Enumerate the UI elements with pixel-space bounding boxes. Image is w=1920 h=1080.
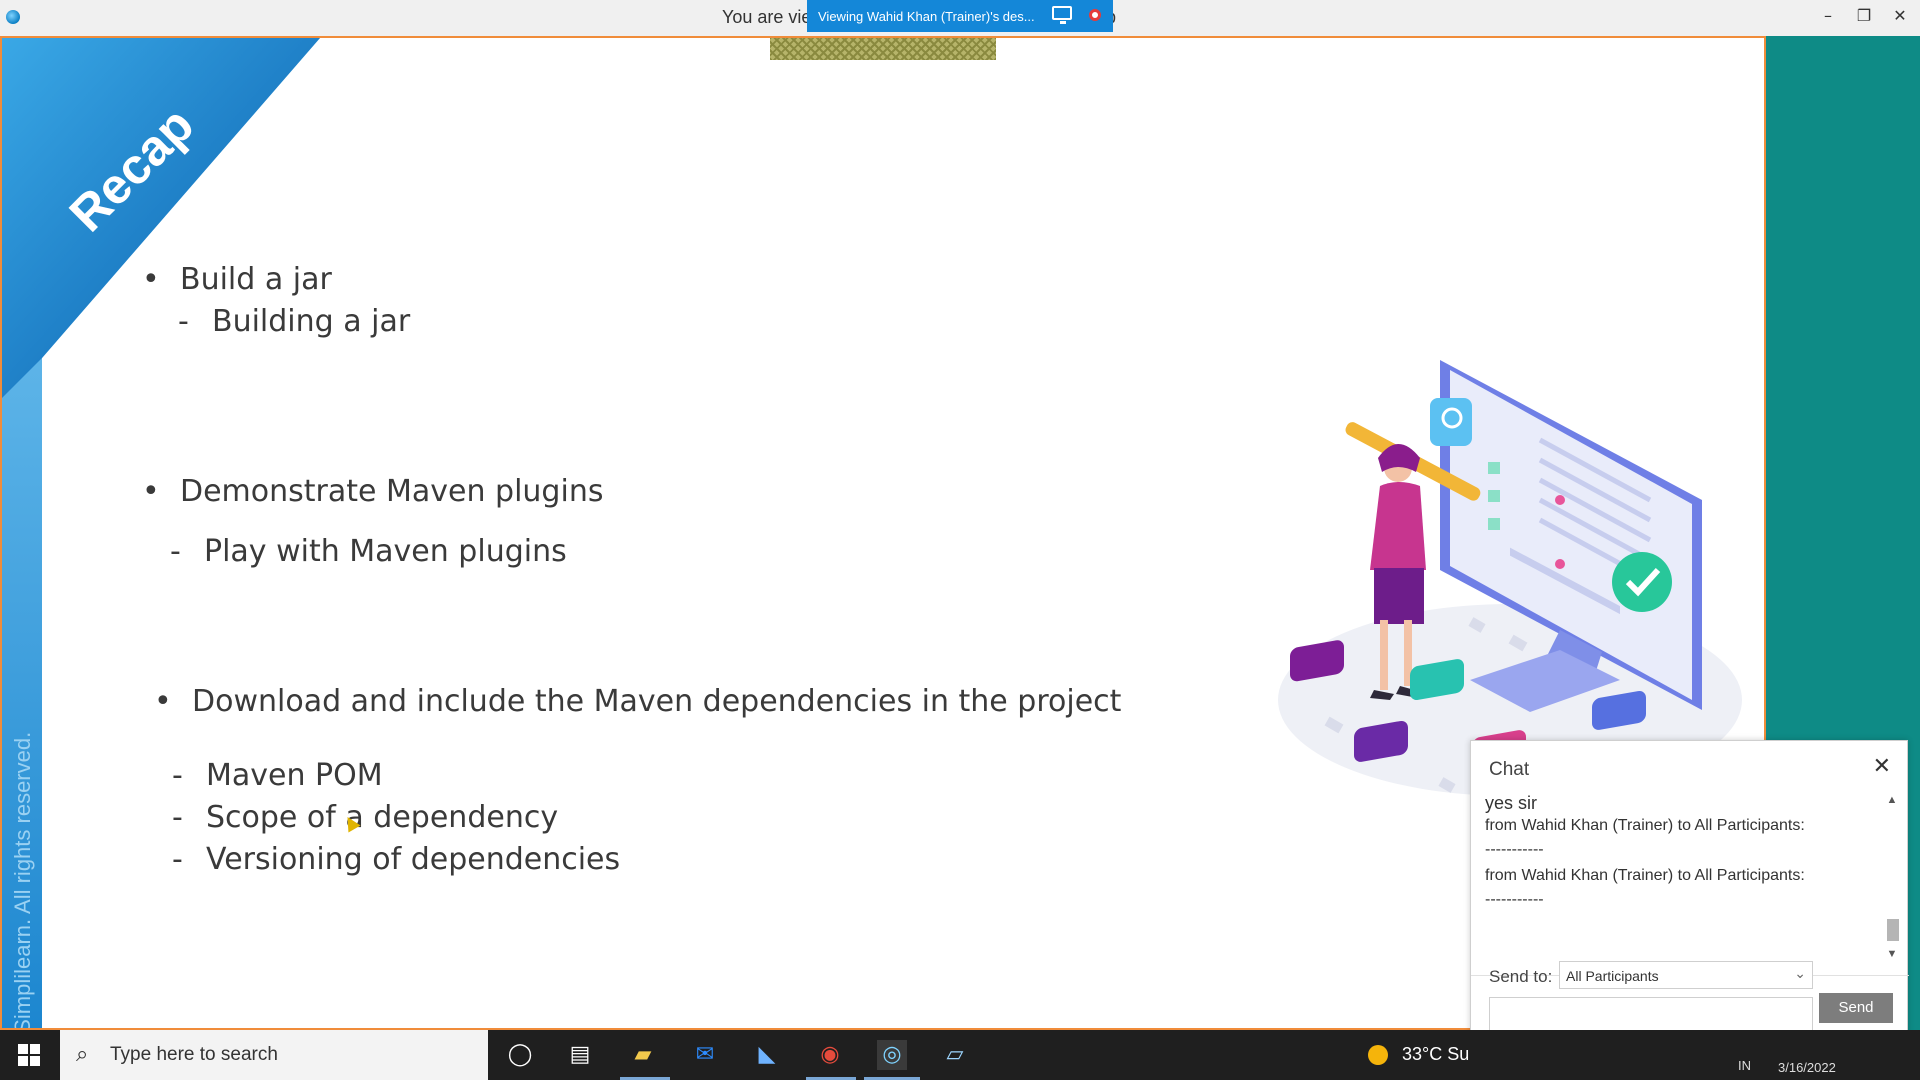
mail-icon[interactable]: ✉ [690,1040,720,1070]
chrome-icon[interactable]: ◉ [815,1040,845,1070]
taskbar: ⌕ Type here to search ◯ ▤ ▰ ✉ ◣ ◉ ◎ ▱ 33… [0,1030,1920,1080]
share-banner-text: Viewing Wahid Khan (Trainer)'s des... [818,8,1035,24]
sub-versioning-dependencies: - Versioning of dependencies [172,842,621,877]
chat-message: from Wahid Khan (Trainer) to All Partici… [1485,817,1805,834]
sub-maven-pom: - Maven POM [172,758,383,793]
bullet-maven-plugins: • Demonstrate Maven plugins [142,474,604,509]
search-placeholder: Type here to search [110,1044,278,1065]
copyright-text: ©Simplilearn. All rights reserved. [10,731,35,1030]
monitor-icon[interactable] [1052,6,1072,24]
app-icon-blue[interactable]: ◣ [752,1040,782,1070]
chat-message: ----------- [1485,891,1544,908]
send-button[interactable]: Send [1819,993,1893,1023]
chat-panel: Chat ✕ yes sir from Wahid Khan (Trainer)… [1470,740,1909,1066]
chat-title: Chat [1489,759,1530,780]
notepad-icon[interactable]: ▱ [940,1040,970,1070]
minimize-button[interactable]: – [1810,6,1846,30]
cortana-icon[interactable]: ◯ [505,1040,535,1070]
chat-message: yes sir [1485,793,1538,813]
weather-text[interactable]: 33°C Su [1402,1044,1469,1065]
sub-play-plugins: - Play with Maven plugins [170,534,567,569]
chat-log[interactable]: yes sir from Wahid Khan (Trainer) to All… [1471,789,1909,976]
window-title: You are vie [722,7,812,27]
send-to-select[interactable]: All Participants ⌄ [1559,961,1813,989]
chat-message: from Wahid Khan (Trainer) to All Partici… [1485,867,1805,884]
screen-share-banner[interactable]: Viewing Wahid Khan (Trainer)'s des... [807,0,1113,32]
close-window-button[interactable]: ✕ [1882,6,1918,30]
monitor-illustration [1278,360,1742,796]
file-explorer-icon[interactable]: ▰ [628,1040,658,1070]
hatch-strip-decoration [770,38,996,60]
meeting-app-icon[interactable]: ◎ [877,1040,907,1070]
tray-date[interactable]: 3/16/2022 [1778,1060,1836,1075]
restore-button[interactable]: ❐ [1846,6,1882,30]
bullet-build-jar: • Build a jar [142,262,332,297]
weather-sun-icon [1368,1045,1388,1065]
record-icon[interactable] [1089,9,1101,21]
chevron-down-icon: ⌄ [1794,965,1806,981]
scroll-thumb[interactable] [1887,919,1899,941]
app-icon [6,10,20,24]
sub-scope-dependency: - Scope of a dependency [172,800,559,835]
chat-scrollbar[interactable]: ▲ ▼ [1885,793,1899,960]
scroll-down-icon[interactable]: ▼ [1885,947,1899,961]
windows-start-icon[interactable] [18,1044,40,1066]
task-view-icon[interactable]: ▤ [565,1040,595,1070]
tray-language[interactable]: IN [1738,1058,1751,1073]
search-icon: ⌕ [76,1042,89,1067]
taskbar-search[interactable]: ⌕ Type here to search [60,1030,488,1080]
window-titlebar: You are vie p Viewing Wahid Khan (Traine… [0,0,1920,37]
close-icon[interactable]: ✕ [1873,753,1891,779]
scroll-up-icon[interactable]: ▲ [1885,793,1899,807]
send-to-value: All Participants [1566,968,1659,984]
bullet-maven-dependencies: • Download and include the Maven dependen… [154,684,1122,719]
sub-building-jar: - Building a jar [178,304,411,339]
chat-message: ----------- [1485,841,1544,858]
send-to-label: Send to: [1489,967,1553,986]
